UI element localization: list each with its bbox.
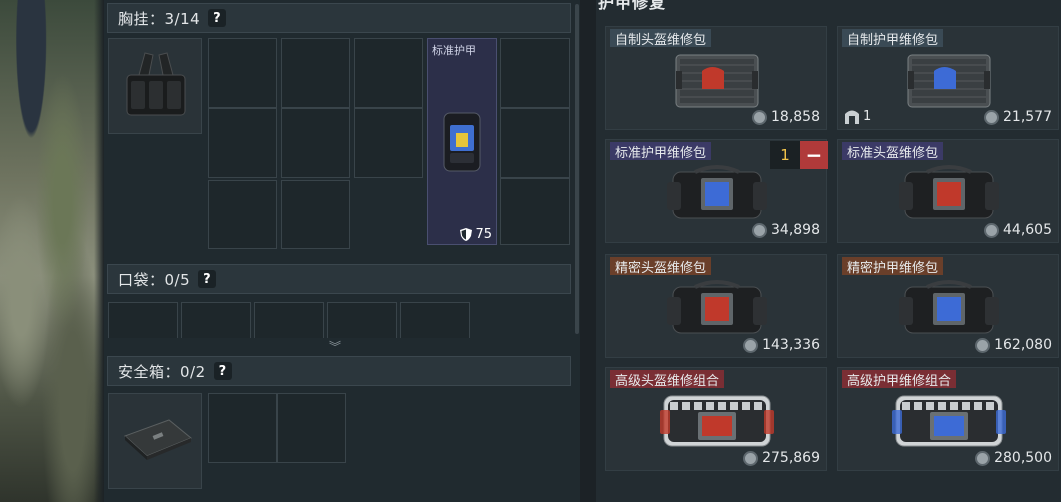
kit-price-value: 162,080 — [994, 337, 1052, 353]
kit-price: 21,577 — [984, 109, 1052, 125]
chest-rig-icon — [126, 52, 186, 116]
kit-price: 18,858 — [752, 109, 820, 125]
chevron-down-icon[interactable]: ︾ — [329, 338, 341, 355]
repair-kit-icon — [658, 388, 776, 456]
kit-name: 自制头盔维修包 — [610, 29, 712, 48]
repair-kit-icon — [672, 49, 762, 115]
chest-rig-slot[interactable] — [354, 108, 423, 178]
coin-icon — [743, 337, 759, 353]
pocket-header: 口袋：0/5 ? — [107, 264, 571, 294]
owned-count: 1 — [843, 107, 871, 125]
chest-rig-slot[interactable] — [500, 178, 570, 245]
kit-name: 自制护甲维修包 — [842, 29, 944, 48]
pocket-slot[interactable] — [254, 302, 324, 338]
chest-rig-slot[interactable] — [208, 180, 277, 249]
chest-rig-title: 胸挂：3/14 — [118, 9, 201, 28]
advanced-armor-combo-card[interactable]: 高级护甲维修组合 280,500 — [837, 367, 1059, 471]
kit-price: 143,336 — [743, 337, 820, 353]
chest-rig-slot[interactable] — [281, 38, 350, 108]
pocket-title: 口袋：0/5 — [118, 270, 191, 289]
pocket-slot[interactable] — [327, 302, 397, 338]
precision-armor-kit-card[interactable]: 精密护甲维修包 162,080 — [837, 254, 1059, 358]
chest-rig-slot[interactable] — [281, 180, 350, 249]
kit-name: 标准头盔维修包 — [842, 142, 944, 161]
inventory-scrollbar[interactable] — [575, 4, 579, 334]
kit-price: 280,500 — [975, 450, 1052, 466]
chest-rig-help-button[interactable]: ? — [208, 9, 227, 27]
kit-name: 高级头盔维修组合 — [610, 370, 725, 389]
shield-icon — [460, 228, 473, 241]
safebox-header: 安全箱：0/2 ? — [107, 356, 571, 386]
kit-name: 精密护甲维修包 — [842, 257, 944, 276]
kit-price-value: 280,500 — [994, 450, 1052, 466]
repair-kit-icon — [897, 162, 1001, 228]
kit-price-value: 34,898 — [771, 222, 820, 238]
pocket-slot[interactable] — [181, 302, 251, 338]
coin-icon — [752, 222, 767, 238]
safebox-help-button[interactable]: ? — [213, 362, 232, 380]
kit-price: 44,605 — [984, 222, 1052, 238]
safebox-slot[interactable] — [208, 393, 277, 463]
standard-armor-item[interactable]: 标准护甲 75 — [427, 38, 497, 245]
storage-icon — [845, 110, 859, 124]
coin-icon — [743, 450, 759, 466]
safebox-slot[interactable] — [277, 393, 346, 463]
safebox-icon — [124, 419, 192, 460]
kit-price-value: 143,336 — [762, 337, 820, 353]
quantity-minus-button[interactable]: − — [800, 141, 828, 169]
owned-count-value: 1 — [863, 108, 872, 124]
chest-rig-slot[interactable] — [281, 108, 350, 178]
quantity-value[interactable]: 1 — [770, 141, 800, 169]
repair-kit-icon — [665, 162, 769, 228]
advanced-helmet-combo-card[interactable]: 高级头盔维修组合 275,869 — [605, 367, 827, 471]
chest-rig-header: 胸挂：3/14 ? — [107, 3, 571, 33]
chest-rig-slot[interactable] — [208, 38, 277, 108]
repair-kit-icon — [665, 277, 769, 343]
chest-rig-slot[interactable] — [208, 108, 277, 178]
homemade-helmet-kit-card[interactable]: 自制头盔维修包 18,858 — [605, 26, 827, 130]
pocket-slot[interactable] — [108, 302, 178, 338]
kit-price: 162,080 — [975, 337, 1052, 353]
standard-helmet-kit-card[interactable]: 标准头盔维修包 44,605 — [837, 139, 1059, 243]
kit-price: 275,869 — [743, 450, 820, 466]
chest-rig-slot[interactable] — [500, 38, 570, 108]
kit-name: 高级护甲维修组合 — [842, 370, 957, 389]
coin-icon — [984, 109, 999, 125]
armor-durability: 75 — [460, 227, 492, 242]
coin-icon — [975, 337, 991, 353]
kit-price-value: 18,858 — [771, 109, 820, 125]
safebox-equipped-slot[interactable] — [108, 393, 202, 489]
kit-price-value: 21,577 — [1003, 109, 1052, 125]
armor-item-label: 标准护甲 — [432, 44, 476, 57]
kit-price-value: 275,869 — [762, 450, 820, 466]
repair-panel-title: 护甲修复 — [598, 0, 667, 12]
repair-kit-icon — [904, 49, 994, 115]
precision-helmet-kit-card[interactable]: 精密头盔维修包 143,336 — [605, 254, 827, 358]
chest-rig-slot[interactable] — [354, 38, 423, 108]
safebox-title: 安全箱：0/2 — [118, 362, 206, 381]
repair-kit-icon — [897, 277, 1001, 343]
pocket-slot[interactable] — [400, 302, 470, 338]
chest-rig-equipped-slot[interactable] — [108, 38, 202, 134]
coin-icon — [752, 109, 767, 125]
chest-rig-slot[interactable] — [500, 108, 570, 178]
kit-name: 精密头盔维修包 — [610, 257, 712, 276]
kit-price: 34,898 — [752, 222, 820, 238]
kit-name: 标准护甲维修包 — [610, 142, 712, 161]
armor-durability-value: 75 — [475, 227, 492, 242]
body-armor-icon — [443, 112, 481, 172]
pocket-help-button[interactable]: ? — [198, 270, 217, 288]
kit-price-value: 44,605 — [1003, 222, 1052, 238]
character-backdrop — [0, 0, 104, 502]
coin-icon — [984, 222, 999, 238]
coin-icon — [975, 450, 991, 466]
repair-kit-icon — [890, 388, 1008, 456]
inventory-screen: 胸挂：3/14 ? 标准护甲 75 口袋：0/5 ? ︾ 安全箱：0/2 ? 护… — [0, 0, 1061, 502]
homemade-armor-kit-card[interactable]: 自制护甲维修包 21,577 1 — [837, 26, 1059, 130]
